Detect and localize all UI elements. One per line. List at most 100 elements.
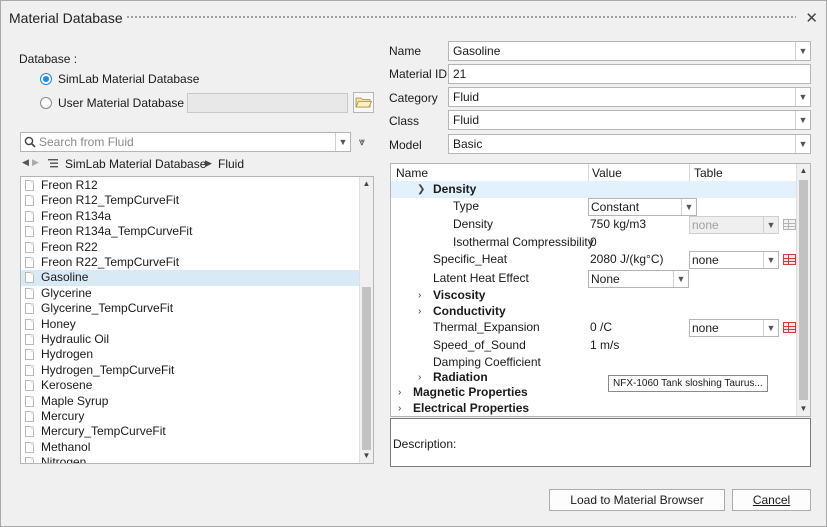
conductivity-group-label: Conductivity	[433, 304, 506, 318]
list-item[interactable]: Honey	[21, 317, 361, 332]
user-database-label[interactable]: User Material Database	[58, 96, 184, 110]
specific-heat-table-dropdown[interactable]: none ▼	[689, 251, 779, 269]
grid-row-density[interactable]: Density 750 kg/m3 none ▼	[391, 216, 798, 234]
list-item[interactable]: Freon R134a_TempCurveFit	[21, 224, 361, 239]
scroll-up-icon[interactable]: ▲	[797, 164, 810, 178]
list-item-label: Maple Syrup	[41, 393, 109, 408]
scroll-down-icon[interactable]: ▼	[360, 449, 373, 463]
thermal-expansion-label: Thermal_Expansion	[433, 320, 540, 334]
list-item[interactable]: Glycerine	[21, 286, 361, 301]
list-item[interactable]: Methanol	[21, 440, 361, 455]
grid-row-latent-heat[interactable]: Latent Heat Effect None ▼	[391, 270, 798, 288]
list-item[interactable]: Freon R12	[21, 178, 361, 193]
specific-heat-value[interactable]: 2080 J/(kg°C)	[590, 251, 664, 268]
radio-user-database[interactable]	[40, 97, 52, 109]
list-item[interactable]: Hydrogen_TempCurveFit	[21, 363, 361, 378]
list-item[interactable]: Freon R134a	[21, 209, 361, 224]
grid-row-conductivity-group[interactable]: › Conductivity	[391, 303, 798, 320]
back-arrow-icon[interactable]: ◀	[22, 157, 29, 168]
header-table[interactable]: Table	[694, 166, 723, 180]
speed-of-sound-value[interactable]: 1 m/s	[590, 337, 619, 354]
close-icon[interactable]: ✕	[805, 9, 818, 27]
list-item[interactable]: Freon R12_TempCurveFit	[21, 193, 361, 208]
scroll-up-icon[interactable]: ▲	[360, 177, 373, 191]
scroll-down-icon[interactable]: ▼	[797, 402, 810, 416]
list-item-label: Hydraulic Oil	[41, 332, 110, 346]
grid-row-density-group[interactable]: ❯ Density	[391, 181, 798, 198]
material-file-icon	[25, 257, 34, 268]
model-dropdown[interactable]: Basic ▼	[448, 134, 811, 154]
chevron-down-icon[interactable]: ❯	[417, 181, 425, 198]
grid-row-specific-heat[interactable]: Specific_Heat 2080 J/(kg°C) none ▼	[391, 251, 798, 269]
chevron-right-icon[interactable]: ›	[398, 384, 401, 401]
search-placeholder[interactable]: Search from Fluid	[39, 135, 134, 149]
thermal-expansion-table-dropdown[interactable]: none ▼	[689, 319, 779, 337]
density-value[interactable]: 750 kg/m3	[590, 216, 646, 233]
name-dropdown[interactable]: Gasoline ▼	[448, 41, 811, 61]
simlab-database-label[interactable]: SimLab Material Database	[58, 72, 199, 86]
cancel-button[interactable]: Cancel	[732, 489, 811, 511]
chevron-down-icon[interactable]: ▼	[673, 271, 688, 287]
category-dropdown[interactable]: Fluid ▼	[448, 87, 811, 107]
list-item[interactable]: Maple Syrup	[21, 394, 361, 409]
list-item[interactable]: Hydrogen	[21, 347, 361, 362]
material-list[interactable]: Freon R12 Freon R12_TempCurveFit Freon R13…	[20, 176, 374, 464]
chevron-down-icon[interactable]: ▼	[795, 88, 810, 106]
list-item[interactable]: Freon R22_TempCurveFit	[21, 255, 361, 270]
material-file-icon	[25, 303, 34, 315]
list-item[interactable]: Gasoline	[21, 270, 361, 286]
list-item[interactable]: Mercury_TempCurveFit	[21, 424, 361, 439]
chevron-down-icon[interactable]: ▼	[795, 111, 810, 129]
header-value[interactable]: Value	[592, 166, 622, 180]
list-item-label: Freon R134a_TempCurveFit	[41, 224, 193, 239]
search-dropdown-icon[interactable]: ▼	[335, 133, 350, 151]
list-item[interactable]: Glycerine_TempCurveFit	[21, 301, 361, 316]
forward-arrow-icon[interactable]: ▶	[32, 157, 39, 168]
list-item[interactable]: Mercury	[21, 409, 361, 424]
header-name[interactable]: Name	[396, 166, 428, 180]
type-dropdown[interactable]: Constant ▼	[588, 198, 697, 216]
expand-double-chevron-icon[interactable]: ⩔	[355, 132, 369, 152]
chevron-down-icon[interactable]: ▼	[795, 135, 810, 153]
thermal-expansion-value[interactable]: 0 /C	[590, 319, 612, 336]
chevron-right-icon[interactable]: ›	[418, 303, 421, 320]
class-dropdown[interactable]: Fluid ▼	[448, 110, 811, 130]
grid-row-viscosity-group[interactable]: › Viscosity	[391, 287, 798, 304]
list-item[interactable]: Freon R22	[21, 240, 361, 255]
chevron-down-icon[interactable]: ▼	[763, 252, 778, 268]
chevron-down-icon[interactable]: ▼	[681, 199, 696, 215]
load-to-material-browser-button[interactable]: Load to Material Browser	[549, 489, 725, 511]
list-item[interactable]: Kerosene	[21, 378, 361, 393]
list-item[interactable]: Hydraulic Oil	[21, 332, 361, 347]
grid-row-thermal-expansion[interactable]: Thermal_Expansion 0 /C none ▼	[391, 319, 798, 337]
drag-grip[interactable]	[126, 15, 796, 20]
table-icon[interactable]	[783, 322, 796, 333]
tree-list-icon[interactable]	[48, 158, 58, 169]
table-icon[interactable]	[783, 254, 796, 265]
scroll-thumb[interactable]	[799, 180, 808, 400]
isothermal-value[interactable]: 0	[590, 234, 597, 251]
folder-open-icon	[355, 97, 373, 108]
chevron-right-icon[interactable]: ›	[398, 400, 401, 416]
grid-row-electrical-group[interactable]: › Electrical Properties	[391, 400, 798, 416]
list-item[interactable]: Nitrogen	[21, 455, 361, 463]
title-bar[interactable]: Material Database ✕	[1, 1, 826, 35]
grid-row-type[interactable]: Type Constant ▼	[391, 198, 798, 216]
grid-row-speed-of-sound[interactable]: Speed_of_Sound 1 m/s	[391, 337, 798, 354]
chevron-down-icon[interactable]: ▼	[763, 320, 778, 336]
grid-row-isothermal[interactable]: Isothermal Compressibility 0	[391, 234, 798, 251]
material-file-icon	[25, 226, 34, 238]
latent-heat-dropdown[interactable]: None ▼	[588, 270, 689, 288]
material-list-scrollbar[interactable]: ▲ ▼	[359, 177, 373, 463]
material-id-field[interactable]: 21	[448, 64, 811, 84]
breadcrumb-root[interactable]: SimLab Material Database	[65, 157, 206, 171]
scroll-thumb[interactable]	[362, 287, 371, 450]
chevron-right-icon[interactable]: ›	[418, 287, 421, 304]
material-database-dialog: Material Database ✕ Database : SimLab Ma…	[0, 0, 827, 527]
radio-simlab-database[interactable]	[40, 73, 52, 85]
property-grid-scrollbar[interactable]: ▲ ▼	[796, 164, 810, 416]
browse-folder-button[interactable]	[353, 92, 374, 113]
search-field[interactable]: Search from Fluid ▼	[20, 132, 351, 152]
material-file-icon	[25, 441, 34, 453]
chevron-down-icon[interactable]: ▼	[795, 42, 810, 60]
